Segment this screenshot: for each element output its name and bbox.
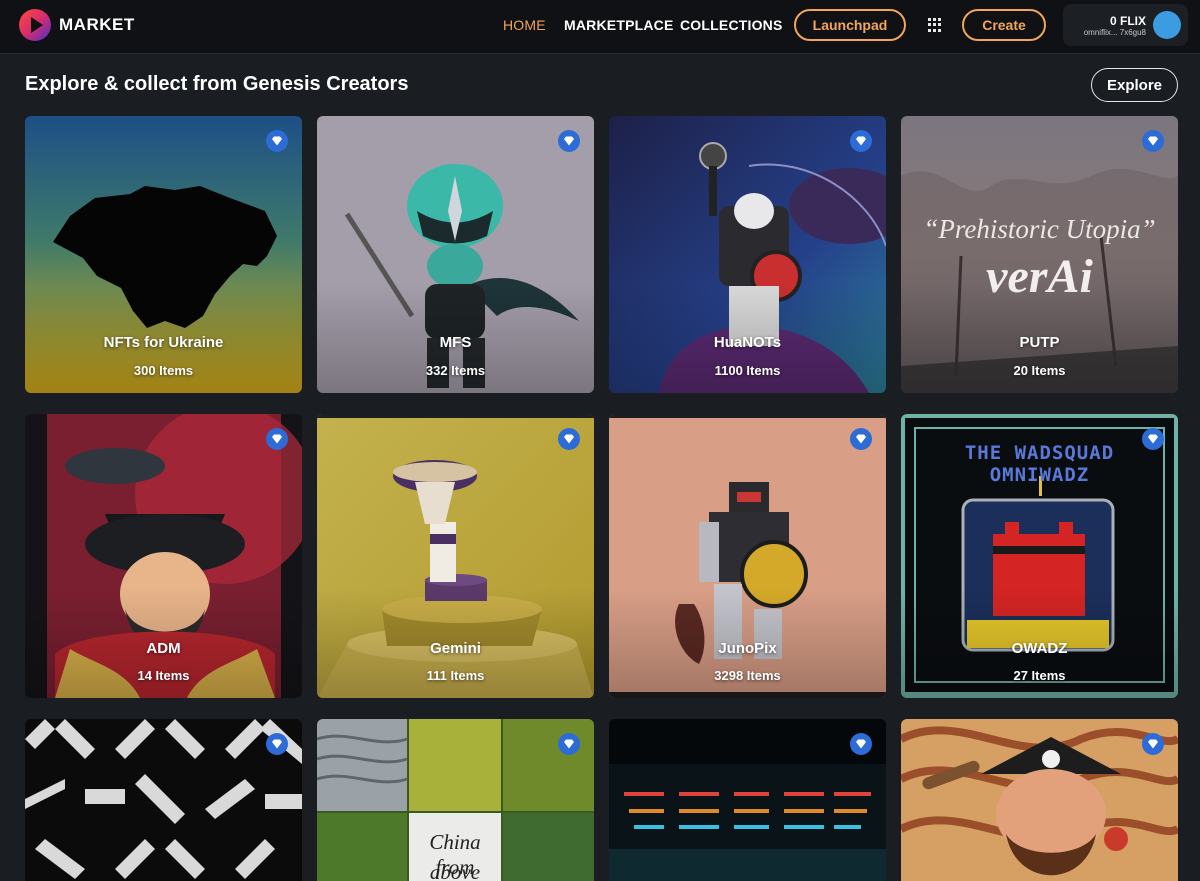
collection-item-count: 1100 Items [714,363,781,378]
collection-name: ADM [146,640,181,657]
nav-marketplace[interactable]: MARKETPLACE [564,17,674,33]
collection-card[interactable]: “Prehistoric Utopia” verAi PUTP 20 Items [901,116,1178,393]
verified-badge-icon [850,428,872,450]
collection-card[interactable] [25,719,302,881]
artwork-subtitle-text: above [429,860,481,881]
verified-badge-icon [850,733,872,755]
collection-item-count: 14 Items [137,668,190,683]
collection-name: MFS [439,334,472,351]
artwork-subtitle-text: OMNIWADZ [989,464,1090,486]
collection-item-count: 27 Items [1013,668,1066,683]
collection-name: NFTs for Ukraine [103,334,224,351]
collection-card[interactable] [901,719,1178,881]
nav-home[interactable]: HOME [503,17,546,33]
collection-name: OWADZ [1011,640,1068,657]
verified-badge-icon [850,130,872,152]
launchpad-button[interactable]: Launchpad [794,9,906,41]
verified-badge-icon [266,428,288,450]
wallet-address: omniflix... 7x6gu8 [1083,28,1146,37]
wallet-widget[interactable]: 0 FLIX omniflix... 7x6gu8 [1063,4,1188,46]
collection-card[interactable]: JunoPix 3298 Items [609,414,886,698]
collection-item-count: 111 Items [426,668,485,683]
verified-badge-icon [1142,428,1164,450]
wallet-balance: 0 FLIX [1109,14,1146,28]
collection-item-count: 300 Items [133,363,194,378]
omniflix-play-logo-icon[interactable] [18,8,52,42]
brand-name[interactable]: MARKET [59,15,135,35]
explore-button[interactable]: Explore [1091,68,1178,102]
verified-badge-icon [558,428,580,450]
section-title: Explore & collect from Genesis Creators [25,73,409,95]
collection-image [25,719,302,881]
collection-card[interactable]: MFS 332 Items [317,116,594,393]
verified-badge-icon [266,130,288,152]
verified-badge-icon [558,130,580,152]
collection-image [609,719,886,881]
collection-name: JunoPix [718,640,777,657]
collection-name: PUTP [1019,334,1060,351]
collection-name: HuaNOTs [713,334,782,351]
collection-card[interactable]: ADM 14 Items [25,414,302,698]
collection-name: Gemini [430,640,481,657]
verified-badge-icon [1142,130,1164,152]
create-button[interactable]: Create [962,9,1046,41]
verified-badge-icon [558,733,580,755]
collection-card[interactable]: HuaNOTs 1100 Items [609,116,886,393]
verified-badge-icon [1142,733,1164,755]
collection-item-count: 3298 Items [714,668,781,683]
collection-card[interactable]: Gemini 111 Items [317,414,594,698]
verified-badge-icon [266,733,288,755]
collection-card[interactable] [609,719,886,881]
collection-card[interactable]: China from above [317,719,594,881]
artwork-title-text: “Prehistoric Utopia” [923,214,1156,244]
collection-card[interactable]: NFTs for Ukraine 300 Items [25,116,302,393]
collection-item-count: 332 Items [425,363,486,378]
artwork-title-text: THE WADSQUAD [964,442,1115,464]
avatar[interactable] [1153,11,1181,39]
nav-collections[interactable]: COLLECTIONS [680,17,783,33]
collection-item-count: 20 Items [1013,363,1066,378]
collection-image [901,719,1178,881]
collection-card[interactable]: THE WADSQUAD OMNIWADZ OWADZ 27 Items [901,414,1178,698]
apps-grid-icon[interactable] [928,18,942,32]
top-navbar: MARKET HOME MARKETPLACE COLLECTIONS Laun… [0,0,1200,54]
